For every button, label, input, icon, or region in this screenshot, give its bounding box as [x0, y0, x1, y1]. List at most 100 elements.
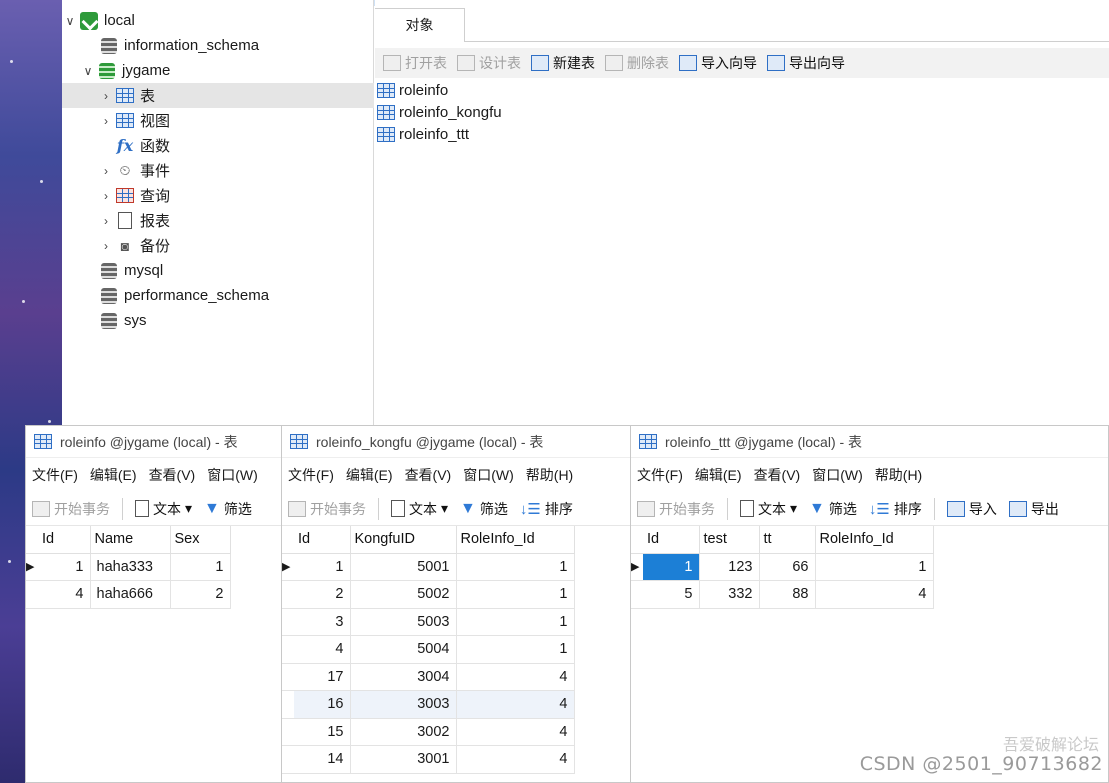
window-title-bar[interactable]: roleinfo_ttt @jygame (local) - 表 [631, 426, 1108, 458]
table-cell[interactable]: 4 [38, 580, 91, 609]
new-table-button[interactable]: 新建表 [531, 53, 595, 73]
table-cell[interactable]: 4 [456, 718, 575, 746]
begin-transaction-button[interactable]: 开始事务 [288, 499, 366, 519]
table-cell[interactable]: 332 [699, 580, 760, 609]
menu-help[interactable]: 帮助(H) [875, 465, 922, 485]
table-cell[interactable]: 4 [815, 580, 934, 609]
table-row[interactable]: ▶ 1 5001 1 [282, 553, 575, 581]
table-row[interactable]: 4 haha666 2 [26, 580, 231, 609]
chevron-right-icon[interactable]: › [100, 189, 112, 203]
table-cell[interactable]: 1 [815, 553, 934, 581]
table-cell[interactable]: 1 [643, 553, 700, 581]
chevron-down-icon[interactable]: ∨ [64, 14, 76, 28]
tree-item-mysql[interactable]: mysql [62, 258, 374, 283]
table-cell[interactable]: 3 [294, 608, 351, 636]
sort-button[interactable]: ↓☰ 排序 [869, 499, 922, 519]
tree-item-backups[interactable]: › ◙ 备份 [62, 233, 374, 258]
tree-item-performance-schema[interactable]: performance_schema [62, 283, 374, 308]
filter-button[interactable]: ▼ 筛选 [809, 499, 857, 519]
table-cell[interactable]: 2 [170, 580, 231, 609]
table-cell[interactable]: 123 [699, 553, 760, 581]
column-header[interactable]: test [699, 526, 760, 554]
tree-item-sys[interactable]: sys [62, 308, 374, 333]
column-header[interactable]: RoleInfo_Id [815, 526, 934, 554]
object-item-roleinfo-kongfu[interactable]: roleinfo_kongfu [377, 101, 502, 123]
menu-view[interactable]: 查看(V) [405, 465, 452, 485]
menu-help[interactable]: 帮助(H) [526, 465, 573, 485]
column-header[interactable]: Name [90, 526, 171, 554]
tree-item-queries[interactable]: › 查询 [62, 183, 374, 208]
table-window-roleinfo-kongfu[interactable]: roleinfo_kongfu @jygame (local) - 表 文件(F… [281, 425, 631, 783]
table-row[interactable]: 15 3002 4 [282, 718, 575, 746]
menu-file[interactable]: 文件(F) [32, 465, 78, 485]
begin-transaction-button[interactable]: 开始事务 [637, 499, 715, 519]
table-row[interactable]: 14 3001 4 [282, 745, 575, 774]
menu-edit[interactable]: 编辑(E) [90, 465, 137, 485]
menu-file[interactable]: 文件(F) [637, 465, 683, 485]
window-title-bar[interactable]: roleinfo_kongfu @jygame (local) - 表 [282, 426, 630, 458]
column-header[interactable]: Id [294, 526, 351, 554]
text-view-button[interactable]: 文本 ▾ [740, 499, 797, 519]
table-cell[interactable]: 16 [294, 690, 351, 719]
table-row[interactable]: 4 5004 1 [282, 635, 575, 664]
tree-item-functions[interactable]: fx 函数 [62, 133, 374, 158]
table-cell[interactable]: 1 [456, 553, 575, 581]
table-cell[interactable]: 5 [643, 580, 700, 609]
table-row[interactable]: 5 332 88 4 [631, 580, 934, 609]
table-cell[interactable]: haha333 [90, 553, 171, 581]
tree-item-information-schema[interactable]: information_schema [62, 33, 374, 58]
menu-edit[interactable]: 编辑(E) [695, 465, 742, 485]
filter-button[interactable]: ▼ 筛选 [204, 499, 252, 519]
table-row[interactable]: 3 5003 1 [282, 608, 575, 636]
table-cell[interactable]: 5001 [350, 553, 457, 581]
tab-objects[interactable]: 对象 [375, 8, 465, 42]
tree-item-reports[interactable]: › 报表 [62, 208, 374, 233]
tree-item-events[interactable]: › ⏲ 事件 [62, 158, 374, 183]
text-view-button[interactable]: 文本 ▾ [135, 499, 192, 519]
table-cell[interactable]: 5004 [350, 635, 457, 664]
open-table-button[interactable]: 打开表 [383, 53, 447, 73]
column-header[interactable]: Sex [170, 526, 231, 554]
table-cell[interactable]: 15 [294, 718, 351, 746]
chevron-right-icon[interactable]: › [100, 214, 112, 228]
table-row[interactable]: 2 5002 1 [282, 580, 575, 609]
begin-transaction-button[interactable]: 开始事务 [32, 499, 110, 519]
tree-item-local[interactable]: ∨ local [62, 8, 374, 33]
object-item-roleinfo[interactable]: roleinfo [377, 79, 448, 101]
table-cell[interactable]: 1 [38, 553, 91, 581]
table-cell[interactable]: 5002 [350, 580, 457, 609]
table-cell[interactable]: 4 [456, 745, 575, 774]
chevron-right-icon[interactable]: › [100, 114, 112, 128]
import-wizard-button[interactable]: 导入向导 [679, 53, 757, 73]
sort-button[interactable]: ↓☰ 排序 [520, 499, 573, 519]
menu-view[interactable]: 查看(V) [754, 465, 801, 485]
table-window-roleinfo[interactable]: roleinfo @jygame (local) - 表 文件(F) 编辑(E)… [25, 425, 283, 783]
table-cell[interactable]: 5003 [350, 608, 457, 636]
menu-window[interactable]: 窗口(W) [463, 465, 514, 485]
table-cell[interactable]: 2 [294, 580, 351, 609]
tree-item-jygame[interactable]: ∨ jygame [62, 58, 374, 83]
menu-file[interactable]: 文件(F) [288, 465, 334, 485]
table-row[interactable]: 17 3004 4 [282, 663, 575, 691]
delete-table-button[interactable]: 删除表 [605, 53, 669, 73]
export-button[interactable]: 导出 [1008, 499, 1059, 519]
column-header[interactable]: RoleInfo_Id [456, 526, 575, 554]
table-row[interactable]: ▶ 1 haha333 1 [26, 553, 231, 581]
column-header[interactable]: tt [759, 526, 816, 554]
table-cell[interactable]: 3004 [350, 663, 457, 691]
tree-item-views[interactable]: › 视图 [62, 108, 374, 133]
chevron-down-icon[interactable]: ∨ [82, 64, 94, 78]
tree-item-tables[interactable]: › 表 [62, 83, 374, 108]
table-cell[interactable]: haha666 [90, 580, 171, 609]
table-cell[interactable]: 4 [456, 663, 575, 691]
menu-edit[interactable]: 编辑(E) [346, 465, 393, 485]
table-cell[interactable]: 88 [759, 580, 816, 609]
table-cell[interactable]: 1 [170, 553, 231, 581]
table-cell[interactable]: 3001 [350, 745, 457, 774]
column-header[interactable]: Id [38, 526, 91, 554]
table-row[interactable]: 16 3003 4 [282, 690, 575, 719]
table-cell[interactable]: 66 [759, 553, 816, 581]
column-header[interactable]: Id [643, 526, 700, 554]
import-button[interactable]: 导入 [946, 499, 997, 519]
table-cell[interactable]: 4 [294, 635, 351, 664]
